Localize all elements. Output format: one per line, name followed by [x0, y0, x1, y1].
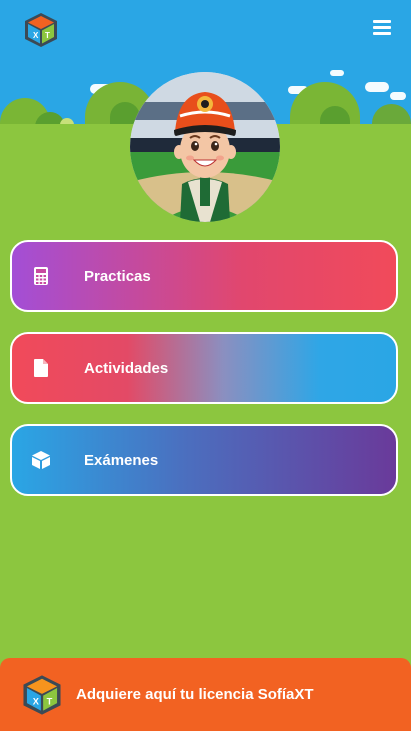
menu-item-label: Actividades	[84, 359, 169, 377]
license-banner[interactable]: X T Adquiere aquí tu licencia SofíaXT	[0, 658, 411, 731]
menu-item-practicas[interactable]: Practicas	[10, 240, 398, 312]
cube-icon	[30, 449, 52, 471]
menu-item-actividades[interactable]: Actividades	[10, 332, 398, 404]
svg-text:X: X	[33, 696, 40, 706]
document-icon	[30, 357, 52, 379]
menu-item-label: Practicas	[84, 267, 151, 285]
hamburger-menu-icon[interactable]	[373, 18, 395, 38]
cloud	[365, 82, 389, 92]
license-banner-text: Adquiere aquí tu licencia SofíaXT	[76, 686, 314, 703]
app-logo-icon[interactable]: X T	[22, 11, 60, 49]
cloud	[390, 92, 406, 100]
avatar	[130, 72, 280, 222]
sofiaxt-logo-icon: X T	[20, 673, 64, 717]
menu-item-label: Exámenes	[84, 451, 159, 469]
svg-text:X: X	[33, 31, 39, 40]
cloud	[330, 70, 344, 76]
calculator-icon	[30, 265, 52, 287]
menu-item-examenes[interactable]: Exámenes	[10, 424, 398, 496]
svg-text:T: T	[47, 696, 53, 706]
svg-text:T: T	[45, 31, 50, 40]
